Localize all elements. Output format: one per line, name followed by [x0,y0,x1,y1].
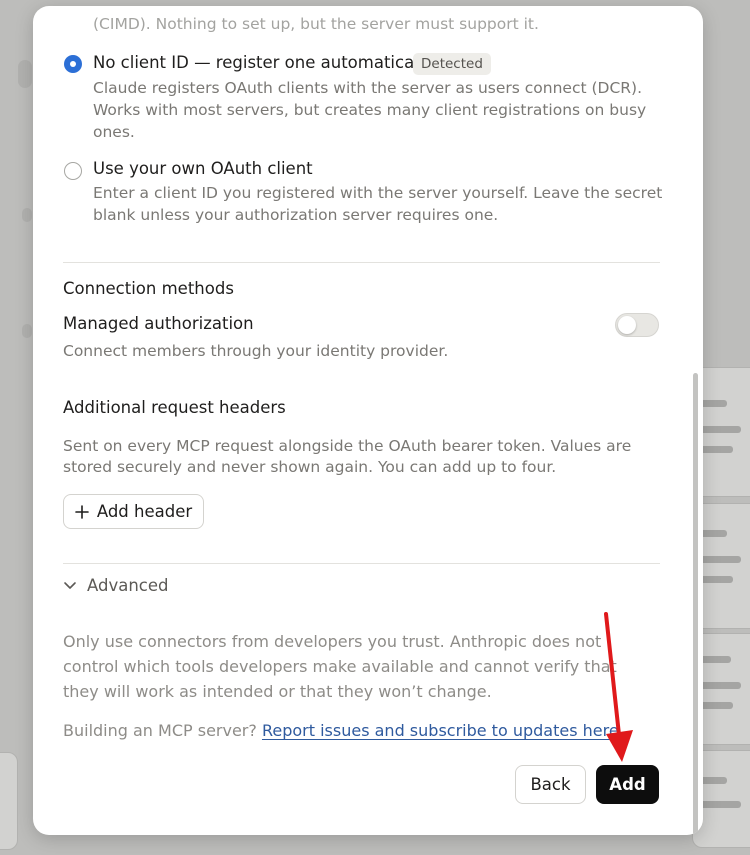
chevron-down-icon [64,581,76,589]
cimd-description-tail: (CIMD). Nothing to set up, but the serve… [93,15,539,33]
advanced-label: Advanced [87,576,169,595]
request-headers-description: Sent on every MCP request alongside the … [63,437,632,476]
trust-disclaimer: Only use connectors from developers you … [63,632,617,701]
connection-methods-heading: Connection methods [63,279,234,298]
bg-left-card [0,752,18,850]
section-divider [63,262,660,263]
detected-badge: Detected [413,53,491,75]
request-headers-heading: Additional request headers [63,398,286,417]
managed-authorization-title: Managed authorization [63,314,254,333]
report-issues-link[interactable]: Report issues and subscribe to updates h… [262,721,619,740]
managed-authorization-toggle[interactable] [615,313,659,337]
radio-unchecked-icon[interactable] [64,162,82,180]
dcr-option-title[interactable]: No client ID — register one automaticall… [93,53,433,72]
managed-authorization-description: Connect members through your identity pr… [63,342,449,360]
own-client-option-title[interactable]: Use your own OAuth client [93,159,313,178]
plus-icon [75,504,89,519]
section-divider [63,563,660,564]
mcp-footer-prefix: Building an MCP server? [63,721,257,740]
toggle-knob [618,316,636,334]
dcr-option-description: Claude registers OAuth clients with the … [93,79,647,141]
add-connector-dialog: (CIMD). Nothing to set up, but the serve… [33,6,703,835]
dialog-scrollbar[interactable] [693,373,698,835]
bg-heading-fragment [18,60,32,88]
radio-checked-icon[interactable] [64,55,82,73]
add-header-button[interactable]: Add header [63,494,204,529]
back-button[interactable]: Back [515,765,586,804]
mcp-server-footer: Building an MCP server? Report issues an… [63,721,619,740]
advanced-toggle[interactable]: Advanced [63,576,169,595]
bg-label-fragment [22,208,32,222]
add-button[interactable]: Add [596,765,659,804]
add-header-label: Add header [96,502,193,521]
bg-label-fragment [22,324,32,338]
own-client-option-description: Enter a client ID you registered with th… [93,184,663,224]
